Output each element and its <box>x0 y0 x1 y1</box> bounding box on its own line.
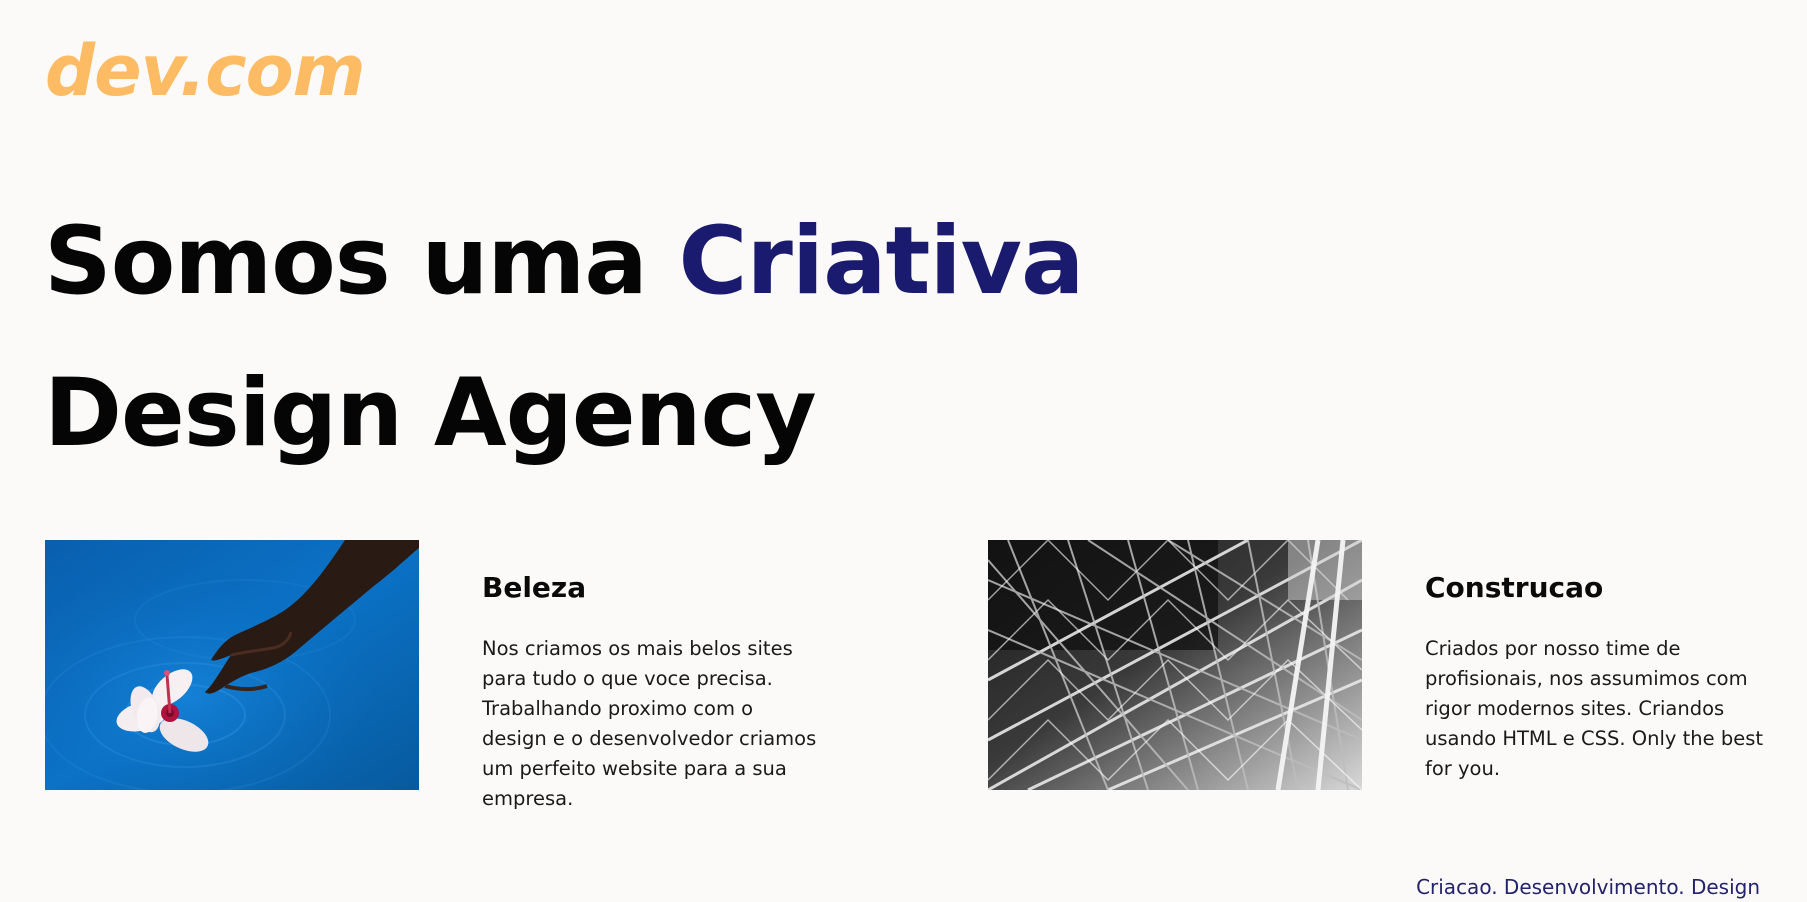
page: dev.com Somos uma Criativa Design Agency <box>0 0 1807 902</box>
card-body: Construcao Criados por nosso time de pro… <box>1425 568 1765 784</box>
steel-structure-image <box>988 540 1362 790</box>
card-title: Beleza <box>482 571 587 604</box>
feature-card-construcao: Construcao Criados por nosso time de pro… <box>988 540 1768 840</box>
hero-title-line2: Design Agency <box>44 359 817 468</box>
hero-title-prefix: Somos uma <box>44 207 679 316</box>
card-image-structure <box>988 540 1362 790</box>
logo[interactable]: dev.com <box>45 28 366 114</box>
hero-title: Somos uma Criativa Design Agency <box>44 186 1085 490</box>
hero-title-accent: Criativa <box>678 207 1085 316</box>
flower-in-water-image <box>45 540 419 790</box>
card-text: Criados por nosso time de profisionais, … <box>1425 637 1764 780</box>
card-text: Nos criamos os mais belos sites para tud… <box>482 637 817 810</box>
card-title: Construcao <box>1425 571 1604 604</box>
card-body: Beleza Nos criamos os mais belos sites p… <box>482 568 822 814</box>
card-image-flower <box>45 540 419 790</box>
footer-tagline: Criacao. Desenvolvimento. Design <box>1416 875 1760 899</box>
feature-card-beleza: Beleza Nos criamos os mais belos sites p… <box>45 540 845 840</box>
